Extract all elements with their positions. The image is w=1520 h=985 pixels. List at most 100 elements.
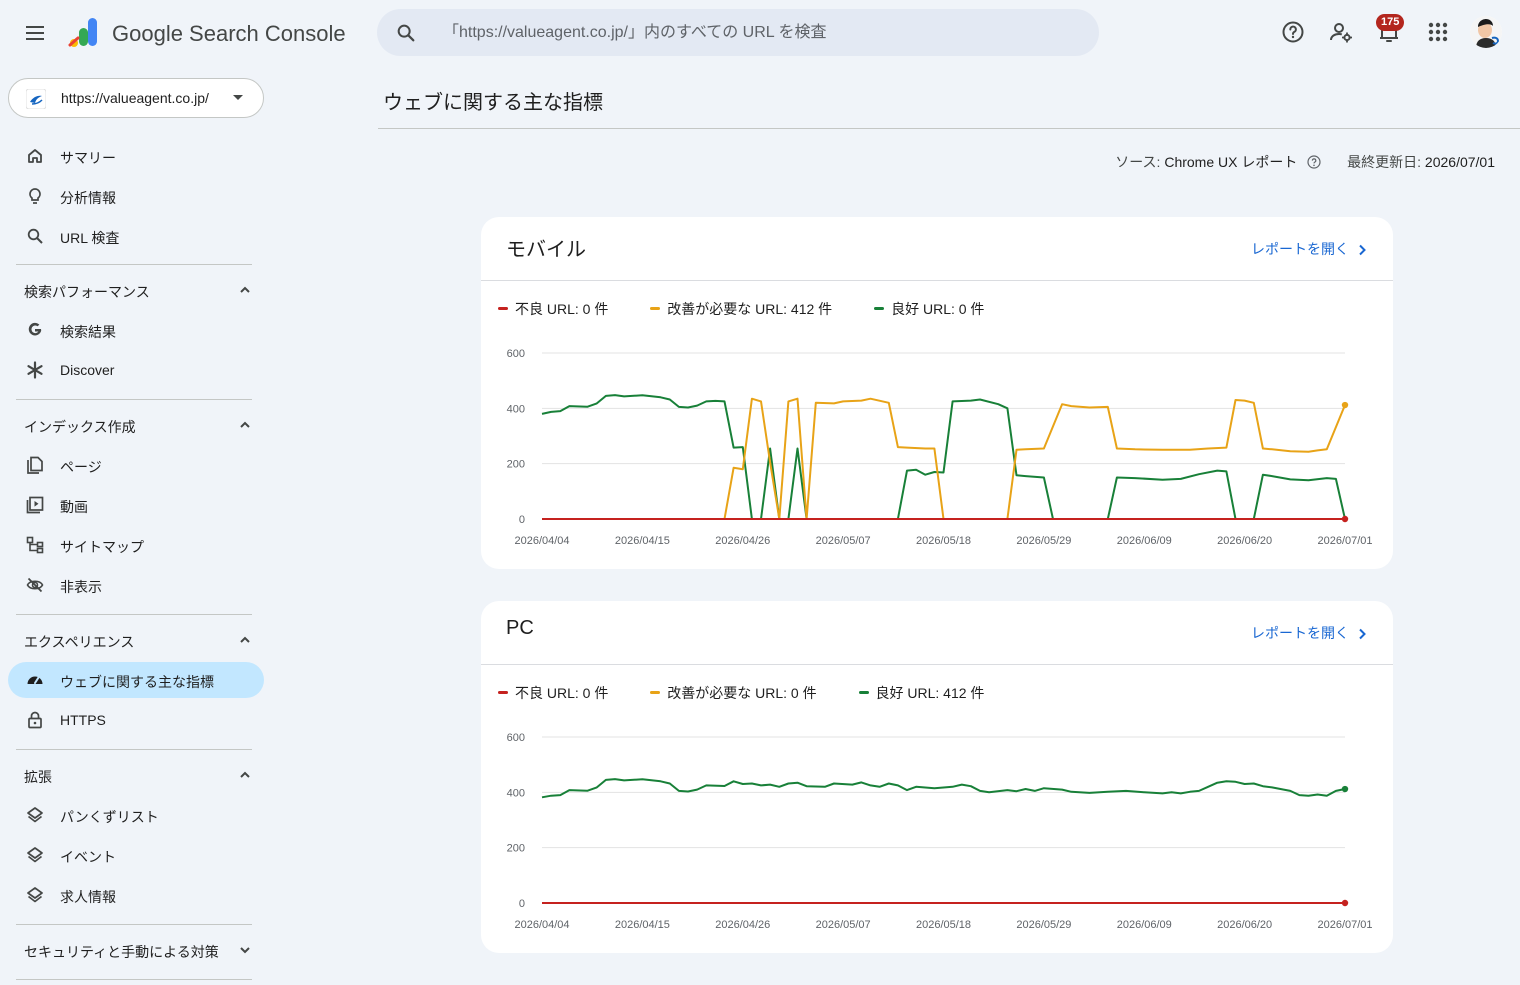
sidebar-divider bbox=[16, 924, 252, 925]
apps-icon[interactable] bbox=[1425, 19, 1451, 45]
section-label: インデックス作成 bbox=[24, 419, 136, 435]
sidebar-item-label: サイトマップ bbox=[60, 539, 144, 555]
section-indexing[interactable]: インデックス作成 bbox=[8, 407, 264, 443]
product-name[interactable]: Google Search Console bbox=[112, 21, 346, 47]
open-report-link[interactable]: レポートを開く bbox=[1251, 239, 1369, 259]
x-tick-label: 2026/06/20 bbox=[1217, 919, 1272, 931]
search-icon[interactable] bbox=[395, 22, 417, 44]
sidebar-item-label: Discover bbox=[60, 362, 115, 378]
x-tick-label: 2026/06/09 bbox=[1117, 919, 1172, 931]
layers-icon bbox=[27, 807, 43, 823]
sidebar-item-label: イベント bbox=[60, 849, 116, 865]
sidebar-item-label: ウェブに関する主な指標 bbox=[60, 674, 214, 690]
legend-swatch bbox=[858, 691, 869, 694]
chevron-right-icon bbox=[1359, 628, 1366, 640]
sidebar-item-label: 求人情報 bbox=[60, 889, 116, 905]
section-experience[interactable]: エクスペリエンス bbox=[8, 622, 264, 658]
x-tick-label: 2026/04/26 bbox=[715, 535, 770, 547]
open-report-label: レポートを開く bbox=[1251, 625, 1349, 641]
help-icon[interactable] bbox=[1280, 19, 1306, 45]
sidebar-item-sitemaps[interactable]: サイトマップ bbox=[8, 527, 264, 563]
sidebar-item-label: 検索結果 bbox=[60, 324, 116, 340]
series-line bbox=[542, 397, 1346, 520]
end-point-marker bbox=[1341, 785, 1349, 793]
sidebar-divider bbox=[16, 749, 252, 750]
legend-swatch bbox=[874, 307, 885, 310]
property-selector[interactable]: https://valueagent.co.jp/ bbox=[8, 78, 264, 118]
legend-item-poor[interactable]: 不良 URL: 0 件 bbox=[498, 683, 608, 703]
sidebar-item-videos[interactable]: 動画 bbox=[8, 487, 264, 523]
legend-swatch bbox=[498, 307, 508, 310]
legend-item-needs-improvement[interactable]: 改善が必要な URL: 0 件 bbox=[650, 683, 817, 703]
x-tick-label: 2026/04/04 bbox=[514, 535, 569, 547]
chevron-up-icon bbox=[240, 286, 250, 293]
end-point-marker bbox=[1341, 899, 1349, 907]
legend-item-needs-improvement[interactable]: 改善が必要な URL: 412 件 bbox=[650, 299, 832, 319]
y-tick-label: 600 bbox=[507, 732, 525, 744]
sidebar-item-events[interactable]: イベント bbox=[8, 837, 264, 873]
search-input[interactable] bbox=[443, 21, 1063, 45]
x-tick-label: 2026/05/18 bbox=[916, 919, 971, 931]
sitemap-icon bbox=[26, 536, 44, 554]
dropdown-caret-icon bbox=[233, 95, 243, 100]
section-security-manual-actions[interactable]: セキュリティと手動による対策 bbox=[8, 932, 264, 968]
sidebar-item-search-results[interactable]: 検索結果 bbox=[8, 312, 264, 348]
chevron-up-icon bbox=[240, 771, 250, 778]
sidebar-item-https[interactable]: HTTPS bbox=[8, 702, 264, 738]
sidebar-item-core-web-vitals[interactable]: ウェブに関する主な指標 bbox=[8, 662, 264, 698]
updated-value: 2026/07/01 bbox=[1424, 154, 1495, 170]
account-avatar[interactable] bbox=[1470, 16, 1502, 48]
card-divider bbox=[481, 280, 1393, 281]
section-search-performance[interactable]: 検索パフォーマンス bbox=[8, 272, 264, 308]
help-icon[interactable] bbox=[1307, 155, 1321, 169]
account-settings-icon[interactable] bbox=[1328, 19, 1354, 45]
chevron-down-icon bbox=[240, 947, 250, 954]
end-point-marker bbox=[1341, 401, 1349, 409]
x-tick-label: 2026/04/04 bbox=[514, 919, 569, 931]
sidebar-item-label: サマリー bbox=[60, 150, 116, 166]
open-report-link[interactable]: レポートを開く bbox=[1251, 623, 1369, 643]
mobile-report-card: モバイル レポートを開く 不良 URL: 0 件 改善が必要な URL: 412… bbox=[481, 217, 1393, 569]
sidebar-item-discover[interactable]: Discover bbox=[8, 352, 264, 388]
end-point-marker bbox=[1341, 515, 1349, 523]
section-label: セキュリティと手動による対策 bbox=[24, 944, 219, 960]
card-title: PC bbox=[506, 617, 534, 639]
section-label: エクスペリエンス bbox=[24, 634, 135, 650]
x-tick-label: 2026/07/01 bbox=[1317, 919, 1372, 931]
sidebar-item-breadcrumbs[interactable]: パンくずリスト bbox=[8, 797, 264, 833]
sidebar-item-url-inspection[interactable]: URL 検査 bbox=[8, 218, 264, 254]
legend-item-good[interactable]: 良好 URL: 412 件 bbox=[858, 683, 984, 703]
legend-swatch bbox=[650, 691, 661, 694]
sidebar-item-removals[interactable]: 非表示 bbox=[8, 567, 264, 603]
chevron-right-icon bbox=[1359, 244, 1366, 256]
legend-item-good[interactable]: 良好 URL: 0 件 bbox=[874, 299, 984, 319]
property-url: https://valueagent.co.jp/ bbox=[61, 90, 209, 106]
url-inspection-search[interactable] bbox=[377, 9, 1099, 56]
sidebar-item-summary[interactable]: サマリー bbox=[8, 138, 264, 174]
search-console-logo[interactable] bbox=[68, 16, 102, 50]
source-value: Chrome UX レポート bbox=[1164, 154, 1298, 170]
menu-icon[interactable] bbox=[22, 20, 50, 46]
legend-label: 不良 URL: 0 件 bbox=[515, 685, 609, 701]
sidebar-item-label: パンくずリスト bbox=[60, 809, 159, 825]
legend-label: 良好 URL: 0 件 bbox=[891, 301, 985, 317]
x-tick-label: 2026/04/15 bbox=[615, 535, 670, 547]
section-enhancements[interactable]: 拡張 bbox=[8, 757, 264, 793]
pages-icon bbox=[27, 456, 43, 474]
x-tick-label: 2026/06/20 bbox=[1217, 535, 1272, 547]
chart-legend: 不良 URL: 0 件 改善が必要な URL: 0 件 良好 URL: 412 … bbox=[498, 683, 1022, 703]
page-title: ウェブに関する主な指標 bbox=[383, 92, 603, 114]
notification-count-badge: 175 bbox=[1376, 14, 1405, 31]
sidebar-item-insights[interactable]: 分析情報 bbox=[8, 178, 264, 214]
site-favicon bbox=[26, 89, 46, 109]
sidebar-item-label: URL 検査 bbox=[60, 230, 120, 246]
sidebar-item-job-postings[interactable]: 求人情報 bbox=[8, 877, 264, 913]
legend-item-poor[interactable]: 不良 URL: 0 件 bbox=[498, 299, 608, 319]
chevron-up-icon bbox=[240, 421, 250, 428]
sidebar-item-pages[interactable]: ページ bbox=[8, 447, 264, 483]
y-tick-label: 600 bbox=[507, 348, 525, 360]
pc-chart: 0 200 400 600 2026/04/04 2026/04/15 2026/04/26… bbox=[507, 732, 1373, 931]
x-tick-label: 2026/04/26 bbox=[715, 919, 770, 931]
section-label: 検索パフォーマンス bbox=[24, 284, 150, 300]
open-report-label: レポートを開く bbox=[1251, 241, 1349, 257]
